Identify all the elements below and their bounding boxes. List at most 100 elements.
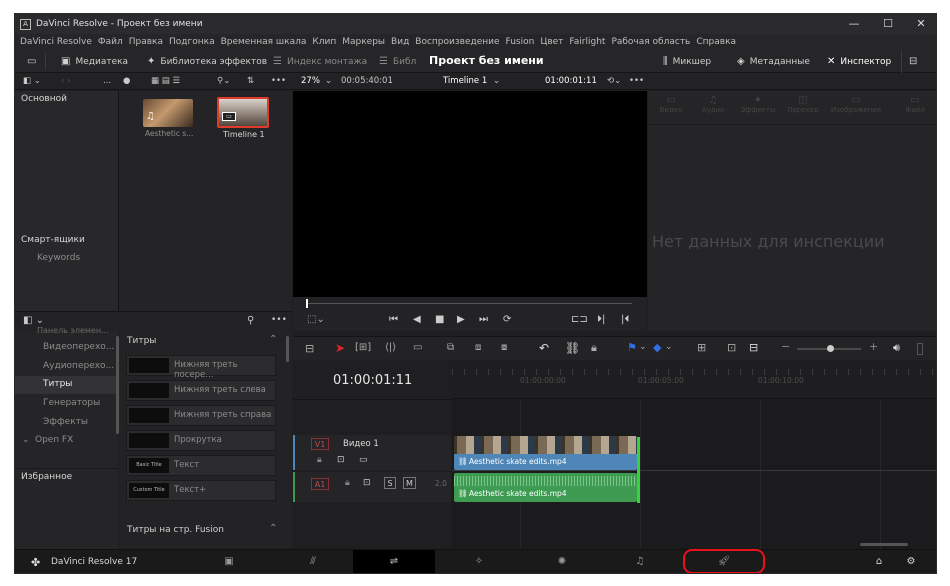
search-icon[interactable]: ⚲⌄ (217, 73, 230, 90)
sync-icon[interactable]: ⟲⌄ (607, 73, 621, 90)
menu-view[interactable]: Вид (391, 37, 409, 47)
menu-markers[interactable]: Маркеры (342, 37, 385, 47)
effect-item-text-plus[interactable]: Custom Title Текст+ (126, 480, 276, 501)
effect-item-text[interactable]: Basic Title Текст (126, 455, 276, 476)
timeline-dropdown-icon[interactable]: ⌄ (493, 73, 500, 90)
stop-icon[interactable]: ■ (435, 314, 444, 325)
media-page-icon[interactable]: ▣ (219, 554, 239, 570)
scrubber-track[interactable] (307, 303, 632, 304)
zoom-dropdown-icon[interactable]: ⌄ (325, 73, 332, 90)
metadata-button[interactable]: ◈ Метаданные (737, 50, 810, 73)
lock-icon[interactable]: 🔒︎ (591, 341, 597, 355)
master-bin[interactable]: Основной (21, 94, 67, 104)
selection-tool-icon[interactable]: ➤ (335, 341, 345, 355)
auto-select-icon[interactable]: ⊡ (337, 455, 345, 465)
monitor-icon[interactable]: ▭ (27, 50, 41, 73)
video-clip[interactable]: ⛓ Aesthetic skate edits.mp4 (454, 436, 637, 470)
maximize-button[interactable]: ☐ (871, 14, 905, 34)
audio-clip[interactable]: ⛓ Aesthetic skate edits.mp4 (454, 473, 637, 502)
viewer-screen[interactable] (293, 91, 647, 297)
menu-trim[interactable]: Подгонка (169, 37, 215, 47)
jump-start-icon[interactable]: ⏮ (389, 314, 398, 325)
link-icon[interactable]: ⛓ (565, 341, 580, 355)
edit-index-button[interactable]: ☰ Индекс монтажа (273, 50, 367, 73)
volume-icon[interactable]: 🔊︎ (893, 341, 900, 355)
tab-transition[interactable]: ◫ Переход (786, 95, 820, 114)
menu-help[interactable]: Справка (696, 37, 736, 47)
media-pool-button[interactable]: ▣ Медиатека (61, 50, 128, 73)
cut-page-icon[interactable]: ⫻ (303, 554, 323, 570)
zoom-in-icon[interactable]: + (869, 340, 878, 353)
jump-end-icon[interactable]: ⏭ (479, 314, 488, 325)
more-icon[interactable]: ... (103, 73, 111, 90)
viewer-zoom[interactable]: 27% (301, 73, 320, 90)
category-audio-transitions[interactable]: Аудиоперехо... (43, 361, 114, 371)
timeline-tracks[interactable]: 01:00:00:00 01:00:05:00 01:00:10:00 ⛓ Ae… (452, 361, 936, 549)
settings-gear-icon[interactable]: ⚙ (901, 554, 921, 570)
category-video-transitions[interactable]: Видеоперехо... (43, 342, 114, 352)
toolbox-header[interactable]: Панель элемен... (37, 326, 109, 335)
mark-out-icon[interactable]: |⏴ (621, 314, 629, 325)
insert-clip-icon[interactable]: ⧉ (447, 342, 454, 353)
tab-file[interactable]: ▭ Файл (900, 95, 930, 114)
trim-tool-icon[interactable]: [⊞] (355, 342, 371, 353)
tab-audio[interactable]: ♫ Аудио (698, 95, 728, 114)
nav-arrows-icon[interactable]: ‹ › (61, 73, 71, 90)
clip-thumbnail-timeline[interactable]: ▭ (217, 97, 269, 128)
edit-page-icon[interactable]: ⇌ (384, 554, 404, 570)
minimize-button[interactable]: — (837, 14, 871, 34)
tab-video[interactable]: ▭ Видео (656, 95, 686, 114)
blade-tool-icon[interactable]: ▭ (413, 342, 422, 353)
zoom-custom-icon[interactable]: ⊟ (749, 341, 758, 354)
loop-icon[interactable]: ⟳ (503, 314, 511, 325)
video-track-name[interactable]: Видео 1 (343, 439, 379, 449)
lock-icon[interactable]: 🔒︎ (345, 478, 350, 488)
marker-icon[interactable]: ◆ (653, 341, 661, 354)
collapse-chevron-icon[interactable]: ⌃ (269, 523, 277, 534)
chevron-down-icon[interactable]: ⌄ (665, 342, 673, 352)
close-button[interactable]: ✕ (904, 14, 936, 34)
dynamic-trim-icon[interactable]: ⟨|⟩ (385, 342, 396, 353)
fusion-page-icon[interactable]: ✧ (469, 554, 489, 570)
menu-edit[interactable]: Правка (129, 37, 163, 47)
overwrite-clip-icon[interactable]: ⧈ (475, 342, 481, 353)
zoom-out-icon[interactable]: − (781, 340, 790, 353)
zoom-slider-handle[interactable] (827, 345, 834, 352)
zoom-full-icon[interactable]: ⊞ (697, 341, 706, 354)
effect-item-lower-third-left[interactable]: Нижняя треть слева (126, 380, 276, 401)
timeline-scrollbar[interactable] (860, 543, 908, 546)
timeline-playhead[interactable] (637, 437, 640, 503)
scrubber[interactable] (293, 297, 647, 311)
effect-item-scroll[interactable]: Прокрутка (126, 430, 276, 451)
sound-library-button[interactable]: ☰ Библ (379, 50, 416, 73)
tab-image[interactable]: ▭ Изображение (830, 95, 882, 114)
track-visibility-icon[interactable]: ▭ (359, 455, 368, 465)
category-generators[interactable]: Генераторы (43, 398, 100, 408)
lock-icon[interactable]: 🔒︎ (317, 455, 322, 465)
sort-icon[interactable]: ⇅ (247, 73, 254, 90)
category-effects[interactable]: Эффекты (43, 417, 88, 427)
panel-toggle-icon[interactable]: ◧ ⌄ (23, 73, 41, 90)
effect-item-lower-third-center[interactable]: Нижняя треть посере... (126, 355, 276, 380)
clip-thumbnail-aesthetic[interactable]: ♫ (143, 99, 193, 127)
zoom-detail-icon[interactable]: ⊡ (727, 341, 736, 354)
effect-item-lower-third-right[interactable]: Нижняя треть справа (126, 405, 276, 426)
match-frame-icon[interactable]: ⊏⊐ (571, 314, 588, 325)
mixer-button[interactable]: ⫼ Микшер (663, 50, 711, 73)
home-icon[interactable]: ⌂ (869, 554, 889, 570)
menu-playback[interactable]: Воспроизведение (415, 37, 499, 47)
mark-in-icon[interactable]: ⏵| (597, 314, 605, 325)
tab-effects[interactable]: ✦ Эффекты (740, 95, 776, 114)
video-track-id[interactable]: V1 (311, 438, 329, 450)
menu-fairlight[interactable]: Fairlight (569, 37, 605, 47)
search-icon[interactable]: ⚲ (247, 315, 254, 326)
timeline-selector[interactable]: Timeline 1 (443, 73, 487, 90)
replace-clip-icon[interactable]: ⧇ (501, 342, 507, 353)
menu-davinci[interactable]: DaVinci Resolve (20, 37, 92, 47)
mute-button[interactable]: M (403, 477, 416, 489)
fairlight-page-icon[interactable]: ♫ (630, 554, 650, 570)
scrubber-playhead[interactable] (306, 299, 308, 308)
menu-file[interactable]: Файл (98, 37, 123, 47)
track-divider[interactable] (452, 470, 936, 471)
options-icon[interactable]: ••• (271, 73, 286, 90)
